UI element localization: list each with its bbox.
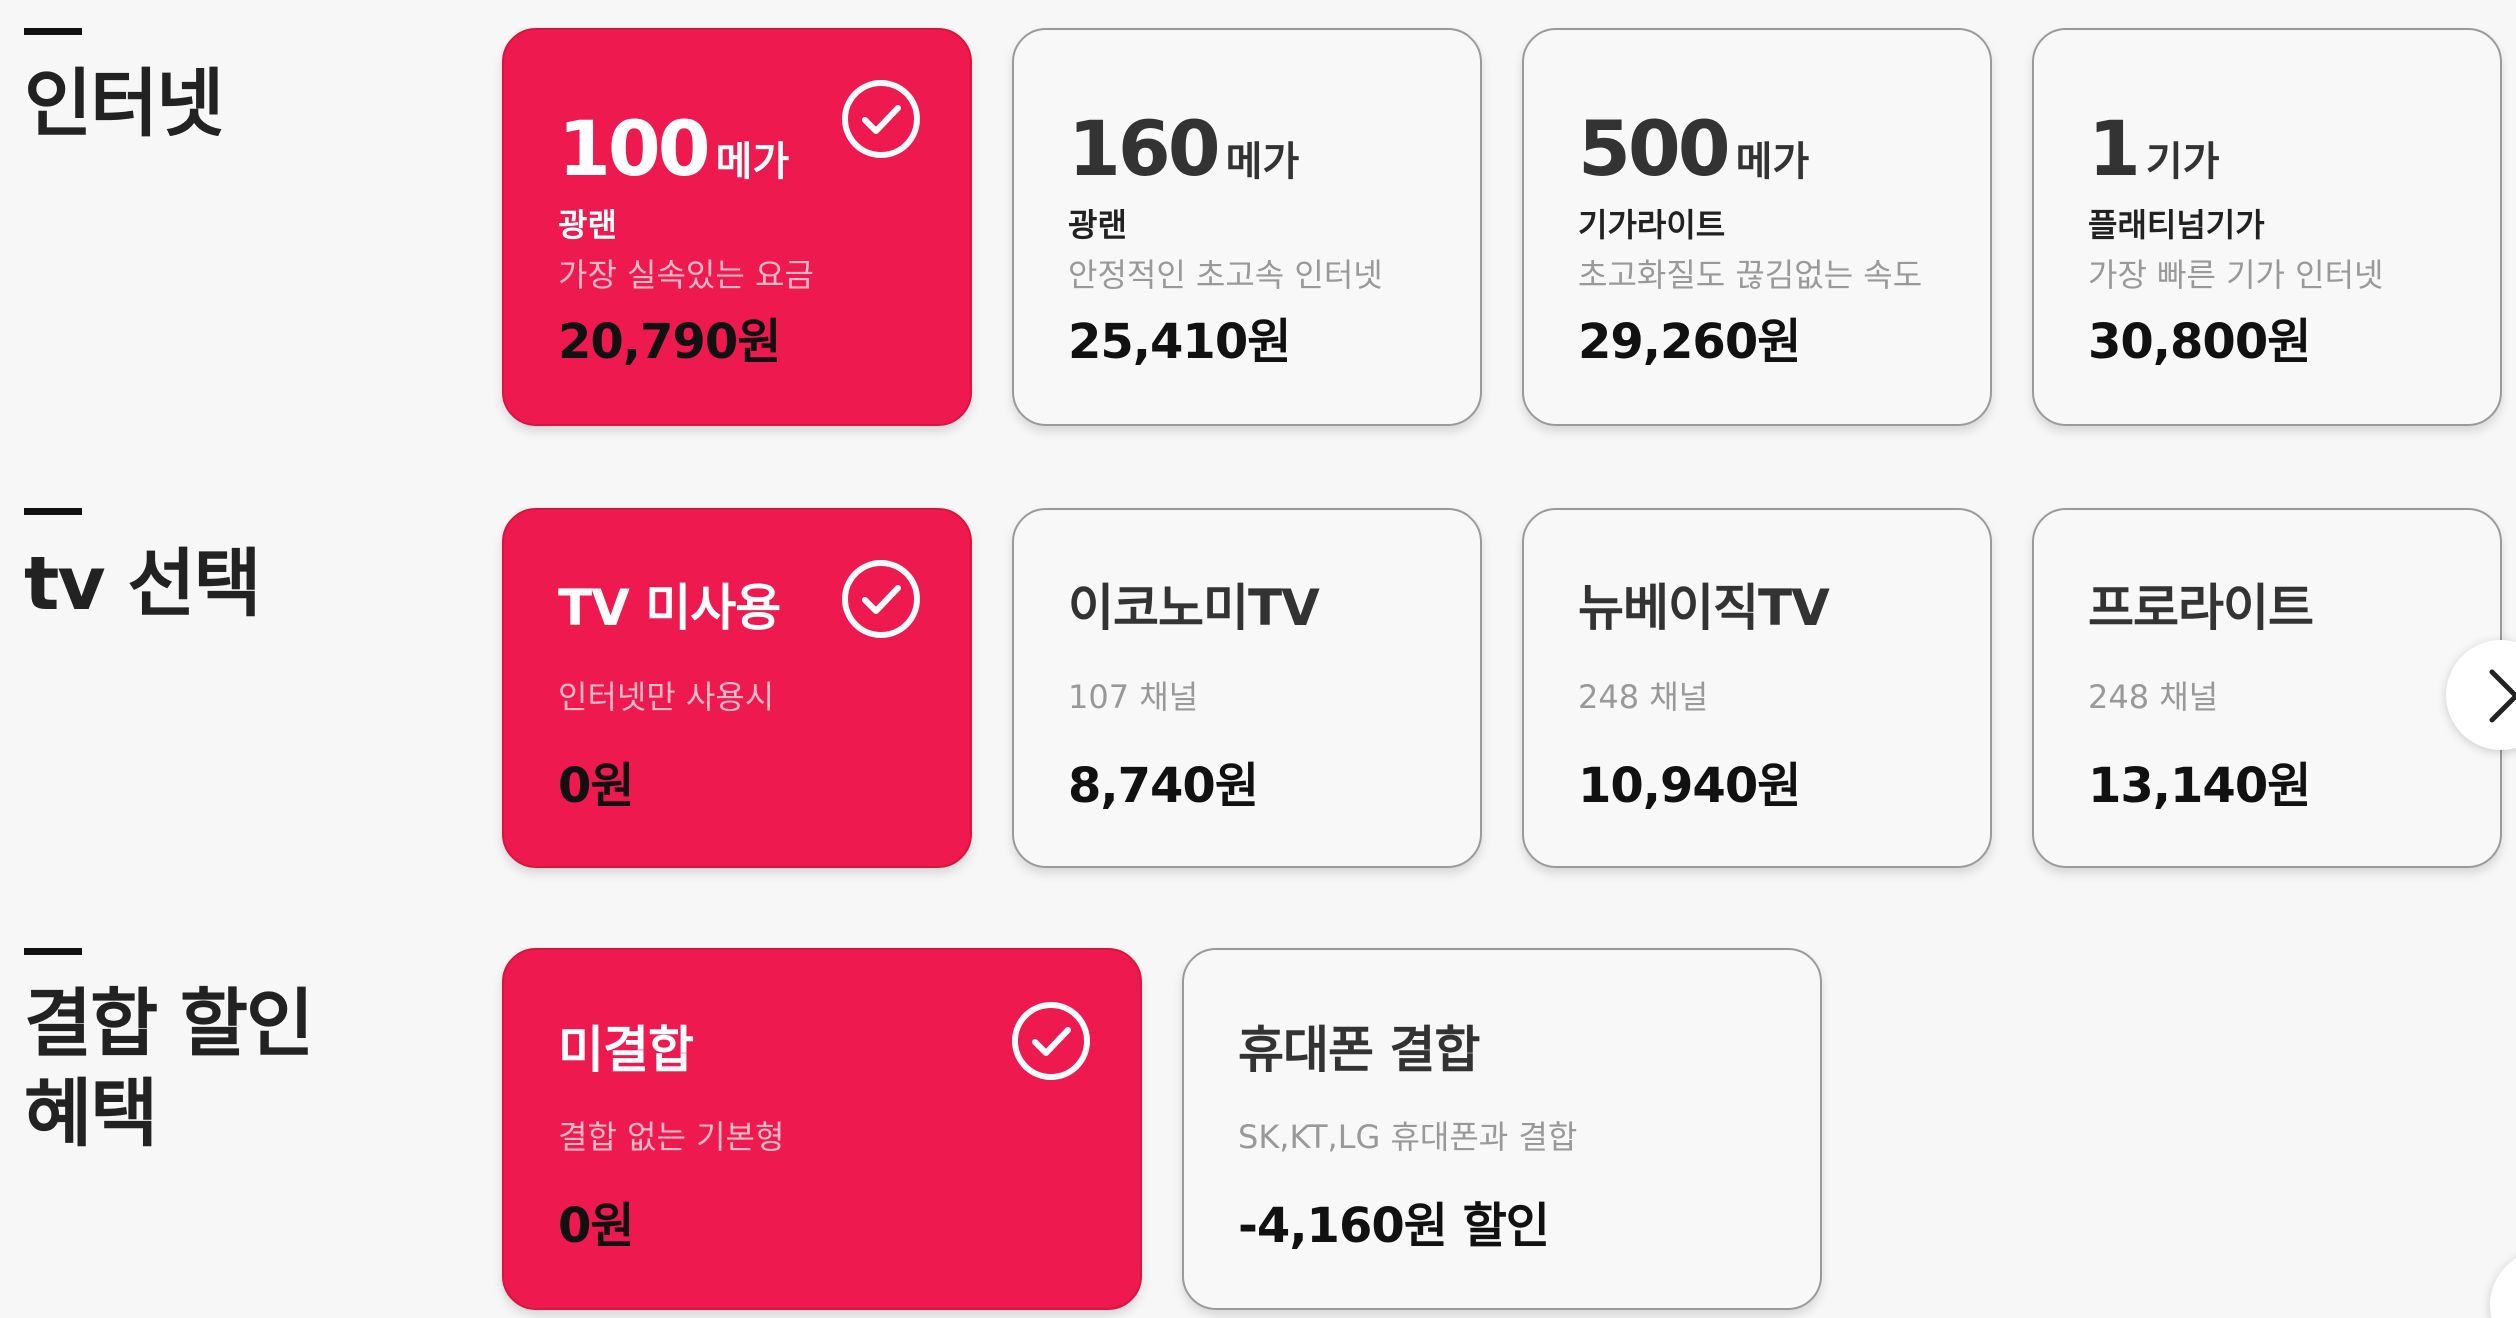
plan-description: 안정적인 초고속 인터넷 [1068, 256, 1383, 294]
plan-name: 프로라이트 [2088, 579, 2314, 637]
speed-value: 1 기가 [2088, 104, 2220, 193]
plan-price: -4,160원 할인 [1238, 1198, 1550, 1254]
plan-description: 가장 빠른 기가 인터넷 [2088, 256, 2384, 294]
internet-plan-card-160[interactable]: 160 메가 광랜 안정적인 초고속 인터넷 25,410원 [1012, 28, 1482, 426]
plan-price: 20,790원 [558, 314, 781, 370]
speed-value: 500 메가 [1578, 104, 1810, 193]
plan-description: 초고화질도 끊김없는 속도 [1578, 256, 1923, 294]
internet-section-title: 인터넷 [24, 61, 224, 147]
tv-plan-card-prolite[interactable]: 프로라이트 248 채널 13,140원 [2032, 508, 2502, 868]
plan-description: SK,KT,LG 휴대폰과 결합 [1238, 1118, 1578, 1156]
plan-selector-page: 인터넷 100 메가 광랜 가장 실속있는 요금 20,790원 160 메가 광랜… [0, 0, 2516, 1318]
check-circle-icon [842, 560, 920, 638]
tv-plan-card-economy[interactable]: 이코노미TV 107 채널 8,740원 [1012, 508, 1482, 868]
bundle-card-none[interactable]: 미결합 결합 없는 기본형 0원 [502, 948, 1142, 1310]
plan-price: 8,740원 [1068, 758, 1259, 814]
plan-price: 30,800원 [2088, 314, 2311, 370]
plan-name: 기가라이트 [1578, 206, 1726, 244]
plan-description: 248 채널 [1578, 678, 1709, 716]
bundle-section-title-line1: 결합 할인 [24, 981, 314, 1067]
plan-description: 248 채널 [2088, 678, 2219, 716]
plan-description: 가장 실속있는 요금 [558, 256, 814, 294]
plan-price: 25,410원 [1068, 314, 1291, 370]
plan-name: 이코노미TV [1068, 579, 1320, 637]
plan-description: 인터넷만 사용시 [558, 678, 775, 716]
tv-plan-card-none[interactable]: TV 미사용 인터넷만 사용시 0원 [502, 508, 972, 868]
check-circle-icon [1012, 1002, 1090, 1080]
check-circle-icon [842, 80, 920, 158]
plan-price: 10,940원 [1578, 758, 1801, 814]
tv-plan-card-newbasic[interactable]: 뉴베이직TV 248 채널 10,940원 [1522, 508, 1992, 868]
plan-name: TV 미사용 [558, 579, 781, 637]
bundle-section-title-line2: 혜택 [24, 1071, 158, 1157]
plan-name: 휴대폰 결합 [1238, 1021, 1480, 1079]
section-marker [24, 28, 82, 35]
speed-value: 100 메가 [558, 104, 790, 193]
plan-description: 107 채널 [1068, 678, 1199, 716]
internet-plan-card-100[interactable]: 100 메가 광랜 가장 실속있는 요금 20,790원 [502, 28, 972, 426]
plan-description: 결합 없는 기본형 [558, 1118, 785, 1156]
plan-name: 미결합 [558, 1021, 694, 1079]
section-marker [24, 508, 82, 515]
plan-price: 29,260원 [1578, 314, 1801, 370]
chevron-right-icon [2489, 669, 2516, 723]
plan-price: 0원 [558, 1198, 635, 1254]
section-marker [24, 948, 82, 955]
plan-name: 플래티넘기가 [2088, 206, 2265, 244]
bundle-card-mobile[interactable]: 휴대폰 결합 SK,KT,LG 휴대폰과 결합 -4,160원 할인 [1182, 948, 1822, 1310]
internet-plan-card-1giga[interactable]: 1 기가 플래티넘기가 가장 빠른 기가 인터넷 30,800원 [2032, 28, 2502, 426]
plan-name: 광랜 [558, 206, 617, 244]
internet-plan-card-500[interactable]: 500 메가 기가라이트 초고화질도 끊김없는 속도 29,260원 [1522, 28, 1992, 426]
plan-price: 13,140원 [2088, 758, 2311, 814]
speed-value: 160 메가 [1068, 104, 1300, 193]
plan-name: 뉴베이직TV [1578, 579, 1830, 637]
floating-button[interactable] [2490, 1250, 2516, 1318]
plan-price: 0원 [558, 758, 635, 814]
plan-name: 광랜 [1068, 206, 1127, 244]
tv-section-title: tv 선택 [24, 541, 262, 627]
